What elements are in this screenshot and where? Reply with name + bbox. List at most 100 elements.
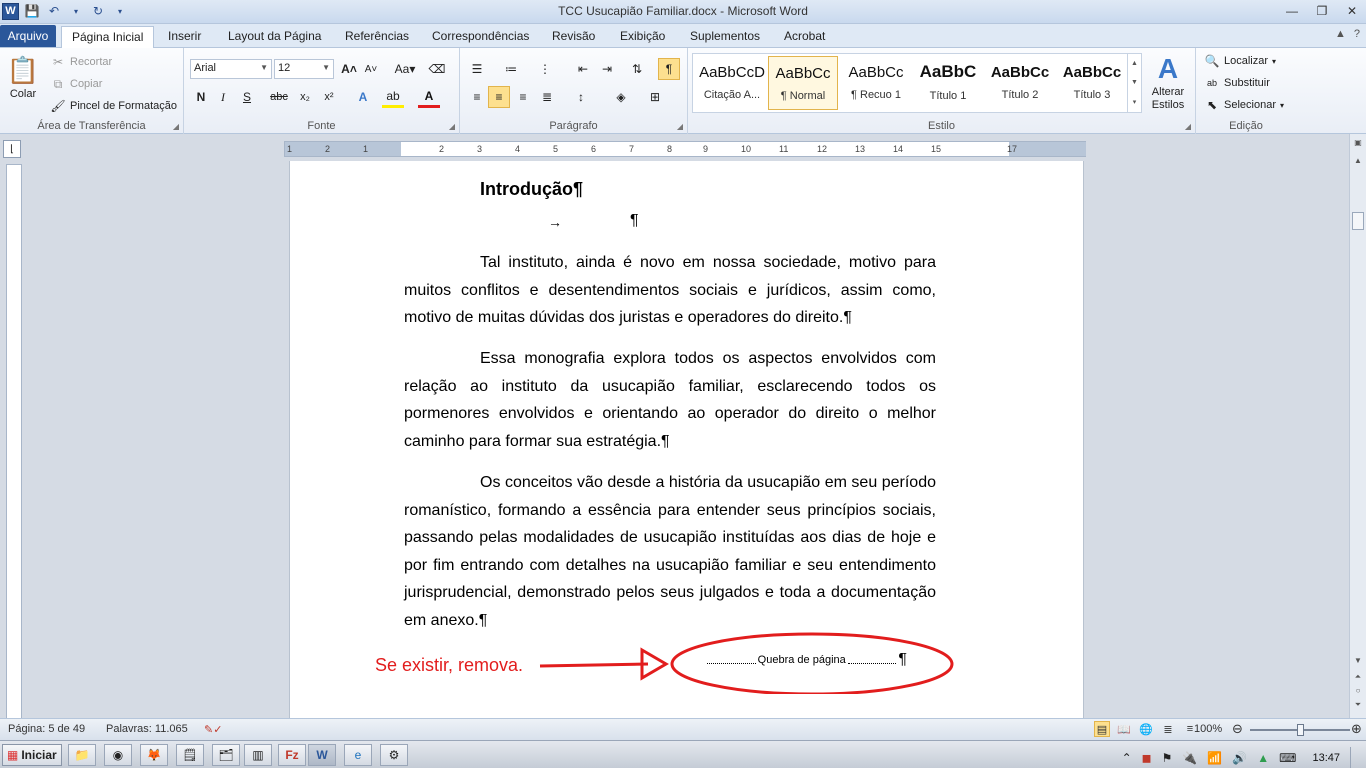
show-desktop-icon[interactable] [1350,747,1360,768]
grow-font-button[interactable]: A ˄ [338,58,360,80]
style-titulo-3[interactable]: AaBbCc Título 3 [1057,56,1127,110]
style-titulo-2[interactable]: AaBbCc Título 2 [985,56,1055,110]
line-spacing-icon[interactable]: ↕ [570,86,592,108]
tab-referencias[interactable]: Referências [335,26,419,48]
subscript-button[interactable]: x₂ [294,86,316,108]
tab-acrobat[interactable]: Acrobat [774,26,835,48]
highlight-icon[interactable]: ab [382,86,404,108]
maximize-icon[interactable]: ❐ [1312,2,1332,20]
network-icon[interactable]: 📶 [1207,751,1222,765]
tab-inserir[interactable]: Inserir [158,26,211,48]
increase-indent-icon[interactable]: ⇥ [596,58,618,80]
paragraph-2[interactable]: Essa monografia explora todos os aspecto… [404,345,936,455]
start-button[interactable]: ▦ Iniciar [2,744,62,766]
outline-icon[interactable]: ≣ [1160,721,1176,737]
font-name-combo[interactable]: Arial ▼ [190,59,272,79]
replace-button[interactable]: ab Substituir [1204,75,1270,91]
proofing-icon[interactable]: ✎✓ [204,723,222,736]
sort-icon[interactable]: ⇅ [626,58,648,80]
italic-button[interactable]: I [212,86,234,108]
next-page-icon[interactable]: ⏷ [1352,700,1364,710]
borders-icon[interactable]: ⊞ [644,86,666,108]
word-count[interactable]: Palavras: 11.065 [106,723,188,735]
misc-app-icon[interactable]: ⚙ [380,744,408,766]
style-titulo-1[interactable]: AaBbC Título 1 [913,56,983,110]
paste-button[interactable]: 📋 Colar [7,54,39,101]
dialog-launcher-icon[interactable]: ◢ [173,122,179,131]
show-formatting-button[interactable]: ¶ [658,58,680,80]
flag-icon[interactable]: ⚑ [1162,751,1173,765]
vertical-ruler[interactable] [6,164,22,718]
browse-object-icon[interactable]: ○ [1352,686,1364,695]
chevron-up-icon[interactable]: ▲ [1131,60,1138,67]
text-effects-icon[interactable]: A [352,86,374,108]
print-layout-icon[interactable]: ▤ [1094,721,1110,737]
volume-icon[interactable]: 🔊 [1232,751,1247,765]
font-size-combo[interactable]: 12 ▼ [274,59,334,79]
tab-correspondencias[interactable]: Correspondências [422,26,539,48]
filezilla-icon[interactable]: Fz [278,744,306,766]
tab-suplementos[interactable]: Suplementos [680,26,770,48]
find-button[interactable]: 🔍 Localizar ▾ [1204,53,1277,69]
horizontal-ruler[interactable]: 1 2 1 2 3 4 5 6 7 8 9 10 11 12 13 14 15 … [284,141,1086,157]
word-taskbar-icon[interactable]: W [308,744,336,766]
cut-button[interactable]: ✂ Recortar [50,54,112,70]
numbering-icon[interactable]: ≔ [500,58,522,80]
calculator-icon[interactable]: ▥ [244,744,272,766]
style-recuo-1[interactable]: AaBbCc ¶ Recuo 1 [841,56,911,110]
select-button[interactable]: ⬉ Selecionar ▾ [1204,97,1284,113]
bold-button[interactable]: N [190,86,212,108]
style-normal[interactable]: AaBbCc ¶ Normal [768,56,838,110]
minimize-ribbon-icon[interactable]: ▲ [1335,28,1346,40]
change-case-button[interactable]: Aa ▾ [390,58,420,80]
style-citacao[interactable]: AaBbCcD Citação A... [697,56,767,110]
tab-revisao[interactable]: Revisão [542,26,605,48]
tab-exibicao[interactable]: Exibição [610,26,675,48]
zoom-slider-knob[interactable] [1297,724,1304,736]
ruler-toggle-icon[interactable]: ▣ [1352,138,1364,147]
tab-selector-icon[interactable]: ⌊ [3,140,21,158]
zoom-level[interactable]: 100% [1194,723,1222,735]
explorer-icon[interactable]: 📁 [68,744,96,766]
internet-explorer-icon[interactable]: e [344,744,372,766]
vertical-scrollbar[interactable]: ▣ ▲ ▼ ⏶ ○ ⏷ [1349,134,1366,718]
full-screen-reading-icon[interactable]: 📖 [1116,721,1132,737]
power-icon[interactable]: 🔌 [1182,751,1197,765]
page-count[interactable]: Página: 5 de 49 [8,723,85,735]
dialog-launcher-icon[interactable]: ◢ [1185,122,1191,131]
drive-icon[interactable]: ▲ [1257,751,1269,765]
scroll-down-icon[interactable]: ▼ [1352,656,1364,665]
clear-formatting-icon[interactable]: ⌫ [426,58,448,80]
notes-icon[interactable]: 🗒 [176,744,204,766]
minimize-icon[interactable]: — [1282,2,1302,20]
dialog-launcher-icon[interactable]: ◢ [449,122,455,131]
shading-icon[interactable]: ◈ [610,86,632,108]
page-heading[interactable]: Introdução¶ [480,179,583,200]
zoom-slider[interactable] [1250,724,1350,736]
antivirus-icon[interactable]: ◼ [1142,751,1152,765]
shrink-font-button[interactable]: A ˅ [360,58,382,80]
format-painter-button[interactable]: 🖌 Pincel de Formatação [50,98,177,114]
dialog-launcher-icon[interactable]: ◢ [677,122,683,131]
tab-pagina-inicial[interactable]: Página Inicial [61,26,155,49]
change-styles-button[interactable]: A Alterar Estilos [1146,52,1190,112]
tab-arquivo[interactable]: Arquivo [0,25,56,47]
strikethrough-button[interactable]: abc [268,86,290,108]
web-layout-icon[interactable]: 🌐 [1138,721,1154,737]
justify-icon[interactable]: ≣ [536,86,558,108]
help-icon[interactable]: ? [1354,28,1360,40]
bullets-icon[interactable]: ☰ [466,58,488,80]
clock[interactable]: 13:47 [1312,752,1340,764]
paragraph-1[interactable]: Tal instituto, ainda é novo em nossa soc… [404,249,936,332]
copy-button[interactable]: ⧉ Copiar [50,76,103,92]
align-right-icon[interactable]: ≡ [512,86,534,108]
decrease-indent-icon[interactable]: ⇤ [572,58,594,80]
align-left-icon[interactable]: ≡ [466,86,488,108]
multilevel-list-icon[interactable]: ⋮ [534,58,556,80]
keyboard-icon[interactable]: ⌨ [1279,751,1296,765]
close-icon[interactable]: ✕ [1342,2,1362,20]
gallery-scroll[interactable]: ▲ ▼ ▾ [1127,54,1141,112]
windows-explorer-icon[interactable]: 🗂 [212,744,240,766]
zoom-in-icon[interactable]: ⊕ [1351,721,1362,737]
superscript-button[interactable]: x² [318,86,340,108]
